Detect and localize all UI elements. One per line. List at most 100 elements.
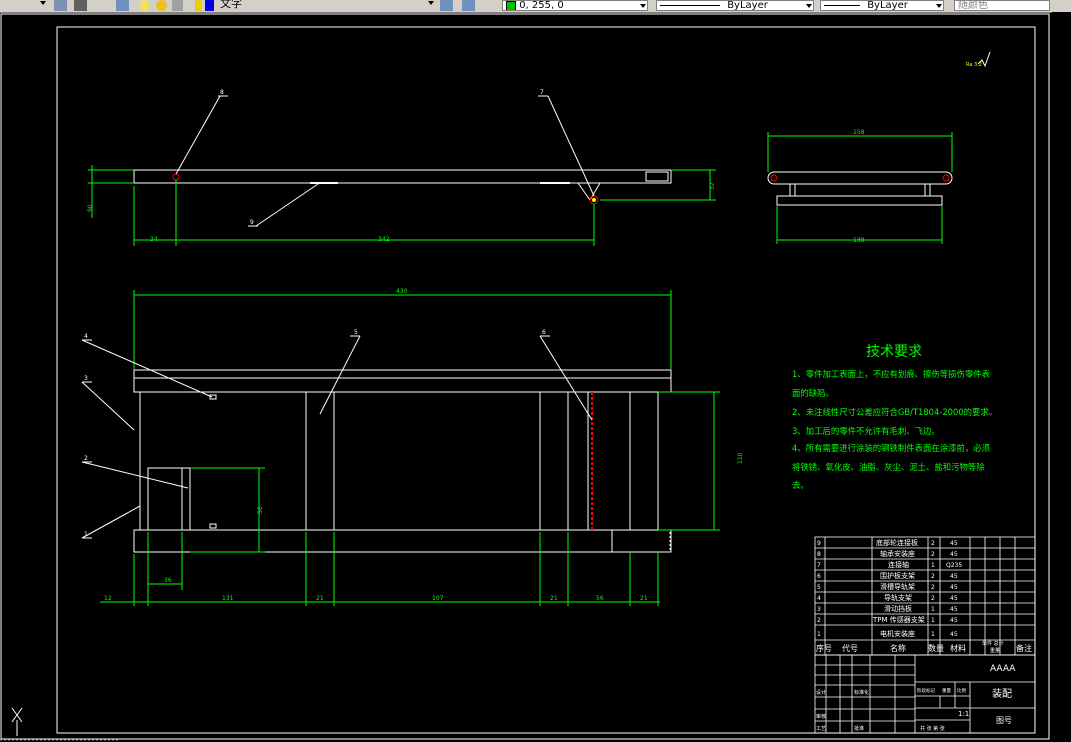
bom-qty: 1 (931, 631, 935, 638)
bom-name: 轴承安装座 (880, 549, 915, 558)
callout-8: 8 (220, 89, 224, 96)
title-block-process: 工艺 (816, 726, 826, 732)
top-view-dimensions (88, 165, 716, 246)
bom-header-no: 序号 (816, 643, 832, 653)
bom-no: 4 (817, 595, 821, 602)
front-view (133, 369, 672, 553)
drawing-canvas[interactable]: Ra 3.2 34 342 90 32 158 138 430 110 50 3… (0, 0, 1052, 742)
bom-no: 7 (817, 562, 821, 569)
bom-mat: 45 (950, 617, 958, 624)
dim-side-w: 158 (853, 129, 865, 136)
title-block-part: 装配 (992, 687, 1012, 700)
bom-header-qty: 数量 (928, 643, 944, 653)
tech-line: 1、零件加工表面上，不应有划痕、擦伤等损伤零件表 (792, 369, 991, 379)
ucs-icon (11, 707, 23, 736)
bom-mat: 45 (950, 631, 958, 638)
bom-header-mat: 材料 (950, 643, 966, 653)
dim-b1: 12 (104, 595, 112, 602)
bom-mat: 45 (950, 573, 958, 580)
bom-mat: Q235 (946, 562, 962, 569)
bom-no: 5 (817, 584, 821, 591)
dim-b2: 131 (222, 595, 234, 602)
bom-no: 8 (817, 551, 821, 558)
title-block-checker: 审核 (816, 713, 826, 720)
title-block-standardize: 标准化 (854, 689, 869, 696)
bom-mat: 45 (950, 606, 958, 613)
bom-name: 滑槽导轨架 (880, 582, 915, 591)
bom-mat: 45 (950, 584, 958, 591)
callout-5: 5 (354, 329, 358, 336)
side-view-dimensions (767, 132, 953, 244)
dim-top-left: 34 (150, 236, 158, 243)
hatched-block (611, 529, 671, 553)
bom-mat: 45 (950, 595, 958, 602)
dim-top-right: 32 (709, 182, 716, 190)
bom-qty: 1 (931, 617, 935, 624)
callout-9: 9 (250, 219, 254, 226)
title-block-sheets: 共 张 第 张 (920, 725, 945, 732)
bom-qty: 2 (931, 573, 935, 580)
bom-header-code: 代号 (842, 643, 858, 653)
callout-labels: 1 2 3 4 5 6 7 8 9 (84, 89, 546, 538)
bom-qty: 2 (931, 551, 935, 558)
callout-1: 1 (84, 531, 88, 538)
bom-qty: 1 (931, 562, 935, 569)
title-block-drawing-no: 图号 (996, 716, 1012, 725)
title-block-title: AAAA (990, 664, 1016, 674)
tech-line: 去。 (792, 480, 809, 490)
bom-mat: 45 (950, 551, 958, 558)
dim-main-total: 430 (396, 288, 408, 295)
dim-b3: 21 (316, 595, 324, 602)
callout-2: 2 (84, 455, 88, 462)
dim-top-h: 90 (87, 204, 94, 212)
dim-b6: 56 (596, 595, 604, 602)
side-view (767, 171, 953, 206)
bom-name: 底部轮连接板 (876, 538, 918, 547)
bom-no: 1 (817, 631, 821, 638)
bom-header-name: 名称 (890, 643, 906, 653)
callout-4: 4 (84, 333, 88, 340)
dim-b4: 107 (432, 595, 444, 602)
front-view-dimensions (100, 290, 720, 606)
callout-7: 7 (540, 89, 544, 96)
tech-line: 2、未注线性尺寸公差应符合GB/T1804-2000的要求。 (792, 407, 997, 417)
bom-header-weight: 重量 (990, 647, 1000, 654)
bom-header-note: 备注 (1016, 643, 1032, 653)
callout-3: 3 (84, 375, 88, 382)
roughness-label: Ra 3.2 (966, 62, 982, 68)
title-block-scale: 1:1 (958, 710, 969, 718)
dim-main-h: 110 (737, 452, 744, 464)
leader-lines (81, 95, 595, 539)
tech-line: 面的缺陷。 (792, 388, 834, 398)
dim-b7: 21 (640, 595, 648, 602)
bom-mat: 45 (950, 540, 958, 547)
tech-line: 3、加工后的零件不允许有毛刺、飞边。 (792, 426, 940, 436)
bom-qty: 2 (931, 540, 935, 547)
bom-name: 围护板支架 (880, 571, 915, 580)
bom-table (814, 536, 1036, 656)
top-view (133, 169, 672, 205)
title-block-stage: 阶段标记 (917, 687, 935, 694)
tech-requirements: 1、零件加工表面上，不应有划痕、擦伤等损伤零件表 面的缺陷。 2、未注线性尺寸公… (792, 369, 997, 490)
tech-line: 将铁锈、氧化皮、油脂、灰尘、泥土、盐和污物等除 (792, 462, 985, 472)
dim-side-w2: 138 (853, 237, 865, 244)
bom-qty: 2 (931, 584, 935, 591)
vertical-scrollbar[interactable] (1052, 12, 1071, 742)
dim-top-mid: 342 (378, 236, 390, 243)
bom-no: 6 (817, 573, 821, 580)
title-block-approve: 批准 (854, 725, 864, 732)
bom-name: 滑动挡板 (884, 604, 912, 613)
bom-name: 连接轴 (888, 560, 909, 569)
title-block-weight: 重量 (942, 687, 951, 694)
dim-inner-w: 36 (164, 577, 172, 584)
bom-name: TPM 传感器支架 (872, 615, 925, 624)
bom-no: 2 (817, 617, 821, 624)
title-block-designer: 设计 (816, 689, 826, 696)
dim-b5: 21 (550, 595, 558, 602)
tech-requirements-title: 技术要求 (866, 344, 922, 360)
callout-6: 6 (542, 329, 546, 336)
bom-name: 导轨支架 (884, 593, 912, 602)
dim-inner-h: 50 (257, 506, 264, 514)
bom-no: 9 (817, 540, 821, 547)
bom-header-unit: 单件 总计 (982, 640, 1004, 647)
